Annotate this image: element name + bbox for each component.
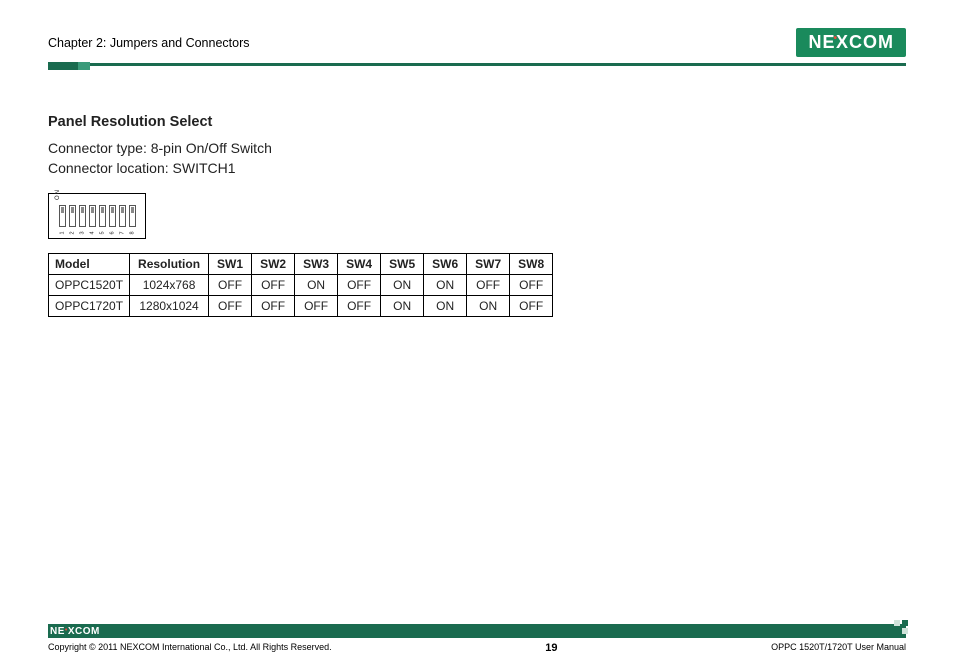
connector-location-line: Connector location: SWITCH1 [48,158,906,178]
th-sw6: SW6 [424,253,467,274]
table-header-row: Model Resolution SW1 SW2 SW3 SW4 SW5 SW6… [49,253,553,274]
footer-square-icon [894,620,908,634]
header-accent-block [48,62,78,70]
table-row: OPPC1520T 1024x768 OFF OFF ON OFF ON ON … [49,274,553,295]
dip-num-3: 3 [79,229,85,236]
footer-logo-part-x: X [68,626,75,637]
cell-model: OPPC1720T [49,295,130,316]
logo-dot-icon: • [833,33,838,44]
cell-model: OPPC1520T [49,274,130,295]
dip-switch-1 [59,205,66,227]
copyright-text: Copyright © 2011 NEXCOM International Co… [48,642,332,654]
header-divider [48,63,906,66]
th-model: Model [49,253,130,274]
footer-logo: NE•XCOM [50,626,100,637]
dip-switch-4 [89,205,96,227]
cell-resolution: 1280x1024 [130,295,209,316]
cell-sw1: OFF [209,274,252,295]
dip-num-2: 2 [69,229,75,236]
cell-sw4: OFF [338,274,381,295]
footer-bar: NE•XCOM [48,624,906,638]
dip-num-5: 5 [99,229,105,236]
section-title: Panel Resolution Select [48,114,906,130]
dip-num-8: 8 [129,229,135,236]
dip-num-6: 6 [109,229,115,236]
dip-switch-6 [109,205,116,227]
cell-sw6: ON [424,274,467,295]
cell-sw8: OFF [510,295,553,316]
cell-sw7: ON [467,295,510,316]
cell-sw3: OFF [295,295,338,316]
th-sw1: SW1 [209,253,252,274]
th-sw3: SW3 [295,253,338,274]
page-number: 19 [545,642,557,654]
cell-sw5: ON [381,295,424,316]
dip-switch-8 [129,205,136,227]
th-sw5: SW5 [381,253,424,274]
footer-logo-part-1: NE [50,626,65,637]
th-sw2: SW2 [252,253,295,274]
dip-num-1: 1 [59,229,65,236]
footer-logo-dot-icon: • [65,627,68,634]
dip-num-4: 4 [89,229,95,236]
dip-switch-diagram: ON 1 2 3 4 5 6 7 8 [48,193,146,239]
logo-part-1: NE [808,32,835,53]
header-accent-block-light [78,62,90,70]
cell-sw2: OFF [252,295,295,316]
cell-sw3: ON [295,274,338,295]
dip-switch-5 [99,205,106,227]
dip-num-7: 7 [119,229,125,236]
th-resolution: Resolution [130,253,209,274]
cell-sw7: OFF [467,274,510,295]
logo-part-2: COM [849,32,894,53]
th-sw4: SW4 [338,253,381,274]
cell-sw2: OFF [252,274,295,295]
chapter-title: Chapter 2: Jumpers and Connectors [48,36,250,50]
table-row: OPPC1720T 1280x1024 OFF OFF OFF OFF ON O… [49,295,553,316]
cell-sw4: OFF [338,295,381,316]
manual-name: OPPC 1520T/1720T User Manual [771,642,906,654]
dip-switch-3 [79,205,86,227]
th-sw7: SW7 [467,253,510,274]
connector-type-line: Connector type: 8-pin On/Off Switch [48,138,906,158]
resolution-switch-table: Model Resolution SW1 SW2 SW3 SW4 SW5 SW6… [48,253,553,317]
cell-sw6: ON [424,295,467,316]
dip-on-label: ON [55,189,61,200]
th-sw8: SW8 [510,253,553,274]
brand-logo: NE•XCOM [796,28,906,57]
cell-sw5: ON [381,274,424,295]
cell-sw1: OFF [209,295,252,316]
cell-resolution: 1024x768 [130,274,209,295]
dip-number-row: 1 2 3 4 5 6 7 8 [49,230,145,236]
cell-sw8: OFF [510,274,553,295]
dip-switch-2 [69,205,76,227]
dip-switch-7 [119,205,126,227]
footer-logo-part-2: COM [75,626,100,637]
